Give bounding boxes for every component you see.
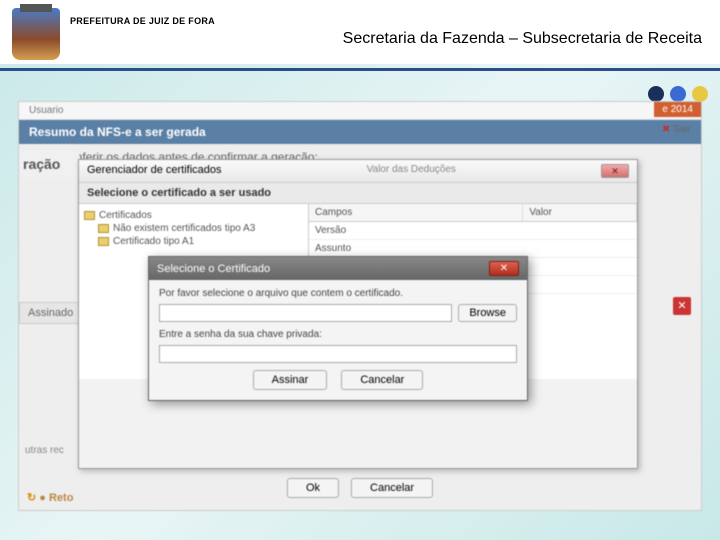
cancel-button[interactable]: Cancelar	[351, 478, 433, 498]
folder-icon	[98, 237, 109, 246]
cell-campo: Versão	[309, 222, 637, 239]
cert-manager-title: Gerenciador de certificados	[87, 164, 222, 178]
header-divider	[0, 68, 720, 71]
return-fragment[interactable]: ↻ ● Reto	[27, 491, 73, 504]
assinador-label: Assinado	[19, 302, 82, 324]
sign-button[interactable]: Assinar	[253, 370, 328, 390]
logout-icon: ✖	[662, 124, 670, 135]
file-prompt: Por favor selecione o arquivo que contem…	[159, 288, 517, 299]
logout-label: Sair	[673, 124, 691, 135]
password-prompt: Entre a senha da sua chave privada:	[159, 329, 517, 340]
folder-icon	[98, 224, 109, 233]
year-badge: e 2014	[654, 102, 701, 117]
section-fragment: ração	[23, 156, 75, 172]
close-icon[interactable]: ✕	[673, 297, 691, 315]
cert-file-input[interactable]	[159, 304, 452, 322]
select-cert-title: Selecione o Certificado	[157, 263, 270, 275]
tree-node-a1[interactable]: Certificado tipo A1	[84, 235, 303, 248]
password-row	[159, 345, 517, 363]
secretaria-title: Secretaria da Fazenda – Subsecretaria de…	[70, 30, 708, 48]
cert-manager-tab2: Valor das Deduções	[367, 164, 456, 178]
col-valor: Valor	[523, 204, 637, 221]
close-icon[interactable]: ✕	[489, 261, 519, 276]
slide-header: PREFEITURA DE JUIZ DE FORA Secretaria da…	[0, 0, 720, 64]
ok-button[interactable]: Ok	[287, 478, 339, 498]
file-row: Browse	[159, 304, 517, 322]
cert-manager-titlebar: Gerenciador de certificados Valor das De…	[79, 160, 637, 183]
password-input[interactable]	[159, 345, 517, 363]
dot-icon	[648, 86, 664, 102]
tree-node-a3[interactable]: Não existem certificados tipo A3	[84, 222, 303, 235]
usuario-row: Usuario	[19, 102, 701, 120]
nfse-footer-buttons: Ok Cancelar	[287, 478, 433, 498]
embedded-screenshot: e 2014 Usuario ✖ Sair Resumo da NFS-e a …	[18, 101, 702, 511]
dot-icon	[692, 86, 708, 102]
browse-button[interactable]: Browse	[458, 304, 517, 322]
logout-link[interactable]: ✖ Sair	[662, 124, 691, 135]
col-campos: Campos	[309, 204, 523, 221]
folder-icon	[84, 211, 95, 220]
cert-instruction: Selecione o certificado a ser usado	[79, 183, 637, 204]
select-cert-buttons: Assinar Cancelar	[159, 370, 517, 390]
return-label: ● Reto	[39, 492, 73, 504]
table-row[interactable]: Versão	[309, 222, 637, 240]
select-cert-body: Por favor selecione o arquivo que contem…	[149, 280, 527, 400]
decor-dots	[648, 86, 708, 102]
cert-table-header: Campos Valor	[309, 204, 637, 222]
cancel-button[interactable]: Cancelar	[341, 370, 423, 390]
outras-fragment: utras rec	[19, 442, 70, 459]
close-icon[interactable]: ✕	[601, 164, 629, 178]
prefeitura-label: PREFEITURA DE JUIZ DE FORA	[70, 16, 708, 26]
cell-campo: Assunto	[309, 240, 637, 257]
select-cert-dialog: Selecione o Certificado ✕ Por favor sele…	[148, 256, 528, 401]
tree-root-label: Certificados	[99, 210, 152, 221]
header-text-block: PREFEITURA DE JUIZ DE FORA Secretaria da…	[70, 8, 708, 48]
select-cert-titlebar: Selecione o Certificado ✕	[149, 257, 527, 280]
nfse-panel-title: Resumo da NFS-e a ser gerada	[19, 120, 701, 144]
dot-icon	[670, 86, 686, 102]
tree-root[interactable]: Certificados	[84, 209, 303, 222]
city-crest-icon	[12, 8, 60, 60]
left-fragment: ração	[19, 150, 79, 178]
tree-a3-label: Não existem certificados tipo A3	[113, 223, 255, 234]
tree-a1-label: Certificado tipo A1	[113, 236, 194, 247]
return-icon: ↻	[27, 492, 36, 504]
